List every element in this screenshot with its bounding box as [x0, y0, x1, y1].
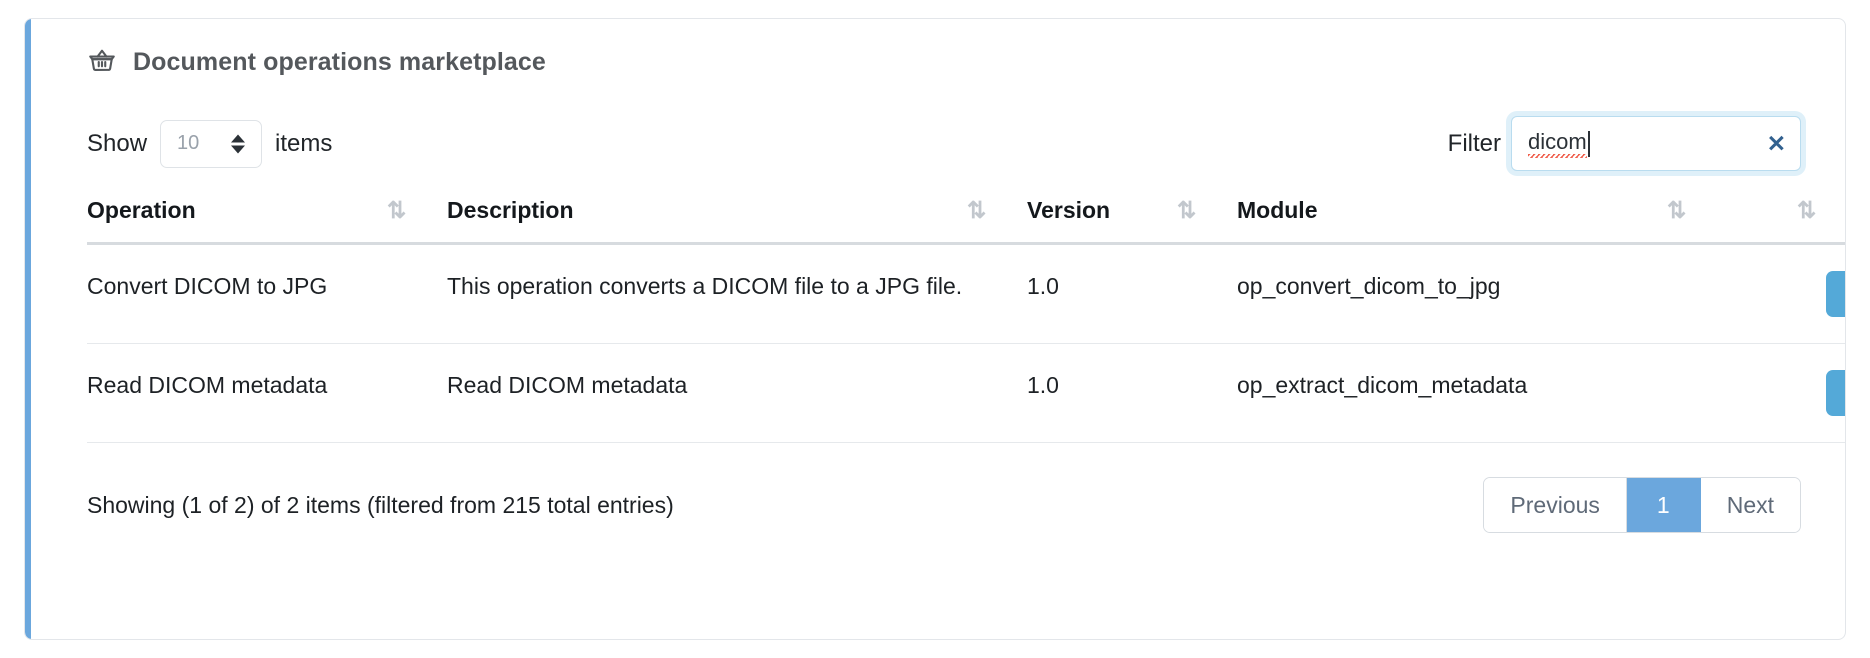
- sort-arrows-icon: ⇅: [967, 199, 986, 222]
- install-download-icon: [1843, 284, 1846, 304]
- cell-spacer: [1667, 344, 1797, 443]
- table-row: Convert DICOM to JPG This operation conv…: [87, 244, 1846, 344]
- table-header: Operation ⇅ Description ⇅ Version ⇅ Modu…: [87, 197, 1846, 244]
- operations-table: Operation ⇅ Description ⇅ Version ⇅ Modu…: [87, 197, 1846, 443]
- page-title: Document operations marketplace: [133, 48, 546, 77]
- sort-arrows-icon: ⇅: [1797, 199, 1816, 222]
- pagination-previous-button[interactable]: Previous: [1484, 478, 1626, 532]
- show-label: Show: [87, 130, 147, 158]
- install-button[interactable]: Install: [1826, 271, 1846, 317]
- sort-arrows-icon: ⇅: [1667, 199, 1686, 222]
- sort-arrows-icon: ⇅: [387, 199, 406, 222]
- table-footer: Showing (1 of 2) of 2 items (filtered fr…: [87, 477, 1807, 533]
- cell-action: Install: [1797, 244, 1846, 344]
- card-body: Document operations marketplace Show 10 …: [31, 19, 1845, 639]
- sort-toggle-operation[interactable]: ⇅: [387, 197, 447, 244]
- pagination: Previous 1 Next: [1483, 477, 1801, 533]
- cell-spacer: [967, 244, 1027, 344]
- pagination-page-1-button[interactable]: 1: [1627, 478, 1701, 532]
- cell-description: This operation converts a DICOM file to …: [447, 244, 967, 344]
- items-label: items: [275, 130, 332, 158]
- cell-spacer: [967, 344, 1027, 443]
- install-button[interactable]: Install: [1826, 370, 1846, 416]
- filter-input[interactable]: dicom ✕: [1511, 116, 1801, 171]
- pagination-next-button[interactable]: Next: [1701, 478, 1800, 532]
- cell-operation: Read DICOM metadata: [87, 344, 387, 443]
- column-header-module[interactable]: Module: [1237, 197, 1667, 244]
- cell-module: op_extract_dicom_metadata: [1237, 344, 1667, 443]
- filter-group: Filter dicom ✕: [1448, 116, 1801, 171]
- page-length-select[interactable]: 10: [160, 120, 262, 168]
- cell-spacer: [387, 244, 447, 344]
- column-header-description[interactable]: Description: [447, 197, 967, 244]
- cell-spacer: [387, 344, 447, 443]
- clear-filter-icon[interactable]: ✕: [1767, 132, 1786, 155]
- table-controls: Show 10 items Filter dicom ✕: [87, 116, 1807, 171]
- marketplace-page: Document operations marketplace Show 10 …: [0, 0, 1870, 658]
- chevron-updown-icon: [231, 134, 245, 153]
- install-download-icon: [1843, 383, 1846, 403]
- table-body: Convert DICOM to JPG This operation conv…: [87, 244, 1846, 443]
- shopping-basket-icon: [87, 45, 117, 80]
- table-row: Read DICOM metadata Read DICOM metadata …: [87, 344, 1846, 443]
- cell-spacer: [1667, 244, 1797, 344]
- cell-description: Read DICOM metadata: [447, 344, 967, 443]
- cell-spacer: [1177, 244, 1237, 344]
- text-caret: [1588, 131, 1590, 157]
- sort-toggle-description[interactable]: ⇅: [967, 197, 1027, 244]
- sort-toggle-extra-2[interactable]: ⇅: [1797, 197, 1846, 244]
- cell-operation: Convert DICOM to JPG: [87, 244, 387, 344]
- marketplace-card: Document operations marketplace Show 10 …: [24, 18, 1846, 640]
- column-header-version[interactable]: Version: [1027, 197, 1177, 244]
- showing-entries-text: Showing (1 of 2) of 2 items (filtered fr…: [87, 492, 674, 519]
- sort-toggle-version[interactable]: ⇅: [1177, 197, 1237, 244]
- cell-version: 1.0: [1027, 244, 1177, 344]
- cell-module: op_convert_dicom_to_jpg: [1237, 244, 1667, 344]
- card-header: Document operations marketplace: [87, 45, 1807, 80]
- sort-toggle-extra-1[interactable]: ⇅: [1667, 197, 1797, 244]
- cell-version: 1.0: [1027, 344, 1177, 443]
- page-length-value: 10: [177, 132, 199, 155]
- table-header-row: Operation ⇅ Description ⇅ Version ⇅ Modu…: [87, 197, 1846, 244]
- page-length-group: Show 10 items: [87, 120, 332, 168]
- sort-arrows-icon: ⇅: [1177, 199, 1196, 222]
- filter-label: Filter: [1448, 130, 1501, 158]
- cell-action: Install: [1797, 344, 1846, 443]
- column-header-operation[interactable]: Operation: [87, 197, 387, 244]
- filter-input-value: dicom: [1528, 129, 1587, 158]
- cell-spacer: [1177, 344, 1237, 443]
